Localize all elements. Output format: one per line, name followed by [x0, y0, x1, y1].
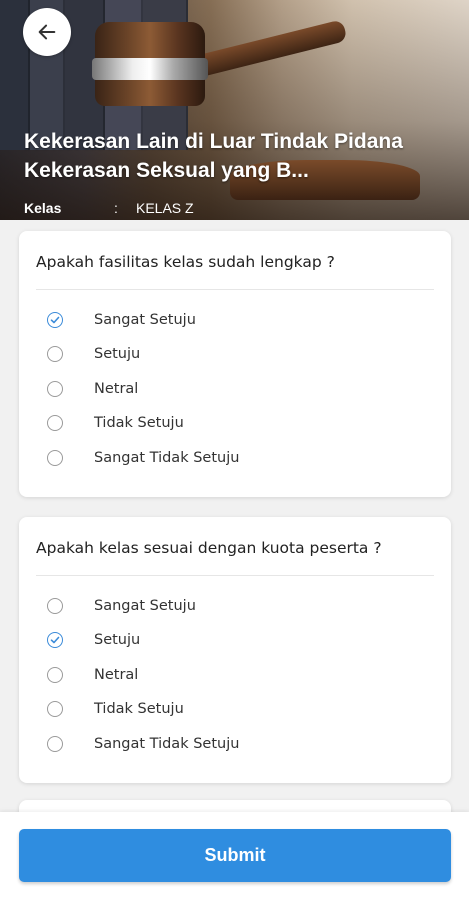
option-label: Tidak Setuju [94, 701, 184, 717]
back-button[interactable] [23, 8, 71, 56]
option-sangat-setuju[interactable]: Sangat Setuju [47, 309, 196, 331]
radio-unchecked[interactable] [47, 701, 63, 717]
option-netral[interactable]: Netral [47, 664, 138, 686]
radio-unchecked[interactable] [47, 346, 63, 362]
radio-unchecked[interactable] [47, 381, 63, 397]
option-label: Sangat Setuju [94, 598, 196, 614]
option-setuju[interactable]: Setuju [47, 629, 140, 651]
radio-unchecked[interactable] [47, 736, 63, 752]
divider [36, 575, 434, 576]
kelas-row: Kelas : KELAS Z [24, 200, 194, 216]
option-label: Sangat Tidak Setuju [94, 736, 240, 752]
option-sangat-tidak-setuju[interactable]: Sangat Tidak Setuju [47, 733, 239, 755]
kelas-label: Kelas [24, 200, 62, 216]
option-label: Sangat Setuju [94, 312, 196, 328]
option-sangat-setuju[interactable]: Sangat Setuju [47, 595, 196, 617]
option-sangat-tidak-setuju[interactable]: Sangat Tidak Setuju [47, 447, 239, 469]
submit-button[interactable]: Submit [19, 829, 451, 882]
kelas-value: KELAS Z [136, 200, 194, 216]
radio-checked[interactable] [47, 632, 63, 648]
question-card-1: Apakah fasilitas kelas sudah lengkap ? S… [19, 231, 451, 497]
option-setuju[interactable]: Setuju [47, 343, 140, 365]
option-label: Netral [94, 667, 139, 683]
check-icon [50, 316, 60, 324]
arrow-left-icon [38, 24, 56, 40]
gavel-band-image [92, 58, 208, 80]
kelas-separator: : [114, 200, 118, 216]
question-text-2: Apakah kelas sesuai dengan kuota peserta… [36, 539, 382, 557]
question-text-1: Apakah fasilitas kelas sudah lengkap ? [36, 253, 335, 271]
divider [36, 289, 434, 290]
radio-unchecked[interactable] [47, 667, 63, 683]
question-card-2: Apakah kelas sesuai dengan kuota peserta… [19, 517, 451, 783]
class-title: Kekerasan Lain di Luar Tindak Pidana Kek… [24, 130, 403, 182]
option-label: Setuju [94, 346, 141, 362]
option-label: Setuju [94, 632, 141, 648]
radio-unchecked[interactable] [47, 450, 63, 466]
option-label: Sangat Tidak Setuju [94, 450, 240, 466]
check-icon [50, 636, 60, 644]
option-tidak-setuju[interactable]: Tidak Setuju [47, 698, 184, 720]
option-label: Netral [94, 381, 139, 397]
radio-checked[interactable] [47, 312, 63, 328]
radio-unchecked[interactable] [47, 598, 63, 614]
option-tidak-setuju[interactable]: Tidak Setuju [47, 412, 184, 434]
radio-unchecked[interactable] [47, 415, 63, 431]
option-netral[interactable]: Netral [47, 378, 138, 400]
option-label: Tidak Setuju [94, 415, 184, 431]
